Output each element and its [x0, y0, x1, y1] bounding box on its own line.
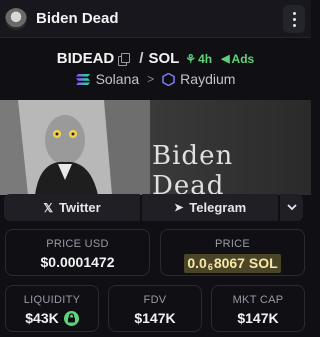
- lock-icon[interactable]: [63, 310, 79, 326]
- token-title: Biden Dead: [36, 10, 119, 27]
- pair-row: BIDEAD / SOL ⚘ 4h ◀ Ads: [0, 50, 311, 67]
- liquidity-value-row: $43K: [25, 310, 79, 326]
- social-links: 𝕏 Twitter ➤ Telegram: [4, 194, 303, 221]
- price-native-unit: SOL: [248, 255, 278, 271]
- token-banner: Biden Dead: [0, 100, 311, 195]
- copy-icon[interactable]: [118, 52, 131, 66]
- price-native-value: 0.068067 SOL: [184, 254, 281, 273]
- twitter-label: Twitter: [59, 200, 101, 215]
- vertical-dots-icon: [292, 10, 296, 28]
- dex-name[interactable]: Raydium: [180, 71, 235, 87]
- token-avatar: [5, 7, 27, 30]
- price-usd-value: $0.0001472: [40, 254, 115, 270]
- liquidity-card: LIQUIDITY $43K: [5, 285, 99, 332]
- megaphone-icon: ◀: [221, 53, 230, 65]
- chain-name[interactable]: Solana: [96, 71, 140, 87]
- pair-age: 4h: [198, 51, 213, 66]
- twitter-button[interactable]: 𝕏 Twitter: [4, 194, 141, 221]
- solana-icon: [75, 73, 90, 85]
- price-native-zero-count: 6: [207, 262, 213, 272]
- price-native-highlight: 0.068067 SOL: [184, 254, 281, 273]
- more-options-button[interactable]: [283, 5, 305, 33]
- market-cap-card: MKT CAP $147K: [211, 285, 305, 332]
- base-symbol: BIDEAD: [56, 50, 115, 67]
- ads-badge[interactable]: Ads: [232, 52, 255, 66]
- pair-separator: /: [139, 50, 144, 67]
- seedling-icon: ⚘: [185, 51, 197, 66]
- telegram-icon: ➤: [174, 202, 184, 214]
- quote-symbol: SOL: [148, 50, 180, 67]
- fdv-label: FDV: [143, 294, 167, 306]
- liquidity-value: $43K: [25, 310, 59, 326]
- price-usd-label: PRICE USD: [46, 238, 109, 250]
- x-logo-icon: 𝕏: [43, 200, 54, 215]
- fdv-value: $147K: [134, 310, 176, 326]
- price-native-prefix: 0.0: [187, 255, 207, 271]
- price-usd-card: PRICE USD $0.0001472: [5, 229, 150, 276]
- banner-portrait: [0, 100, 150, 195]
- market-cap-value: $147K: [237, 310, 279, 326]
- fdv-card: FDV $147K: [108, 285, 202, 332]
- token-header: Biden Dead: [0, 0, 311, 38]
- telegram-label: Telegram: [189, 200, 247, 215]
- market-cap-label: MKT CAP: [232, 294, 284, 306]
- banner-title: Biden Dead: [152, 141, 234, 195]
- price-native-label: PRICE: [214, 238, 251, 250]
- price-native-card: PRICE 0.068067 SOL: [160, 229, 305, 276]
- chevron-down-icon: [286, 204, 297, 211]
- chevron-right-icon: >: [147, 72, 155, 86]
- raydium-icon: [162, 72, 175, 86]
- price-native-digits: 8067: [213, 255, 245, 271]
- telegram-button[interactable]: ➤ Telegram: [142, 194, 279, 221]
- expand-links-button[interactable]: [280, 194, 303, 221]
- chain-row: Solana > Raydium: [0, 71, 311, 87]
- liquidity-label: LIQUIDITY: [23, 294, 81, 306]
